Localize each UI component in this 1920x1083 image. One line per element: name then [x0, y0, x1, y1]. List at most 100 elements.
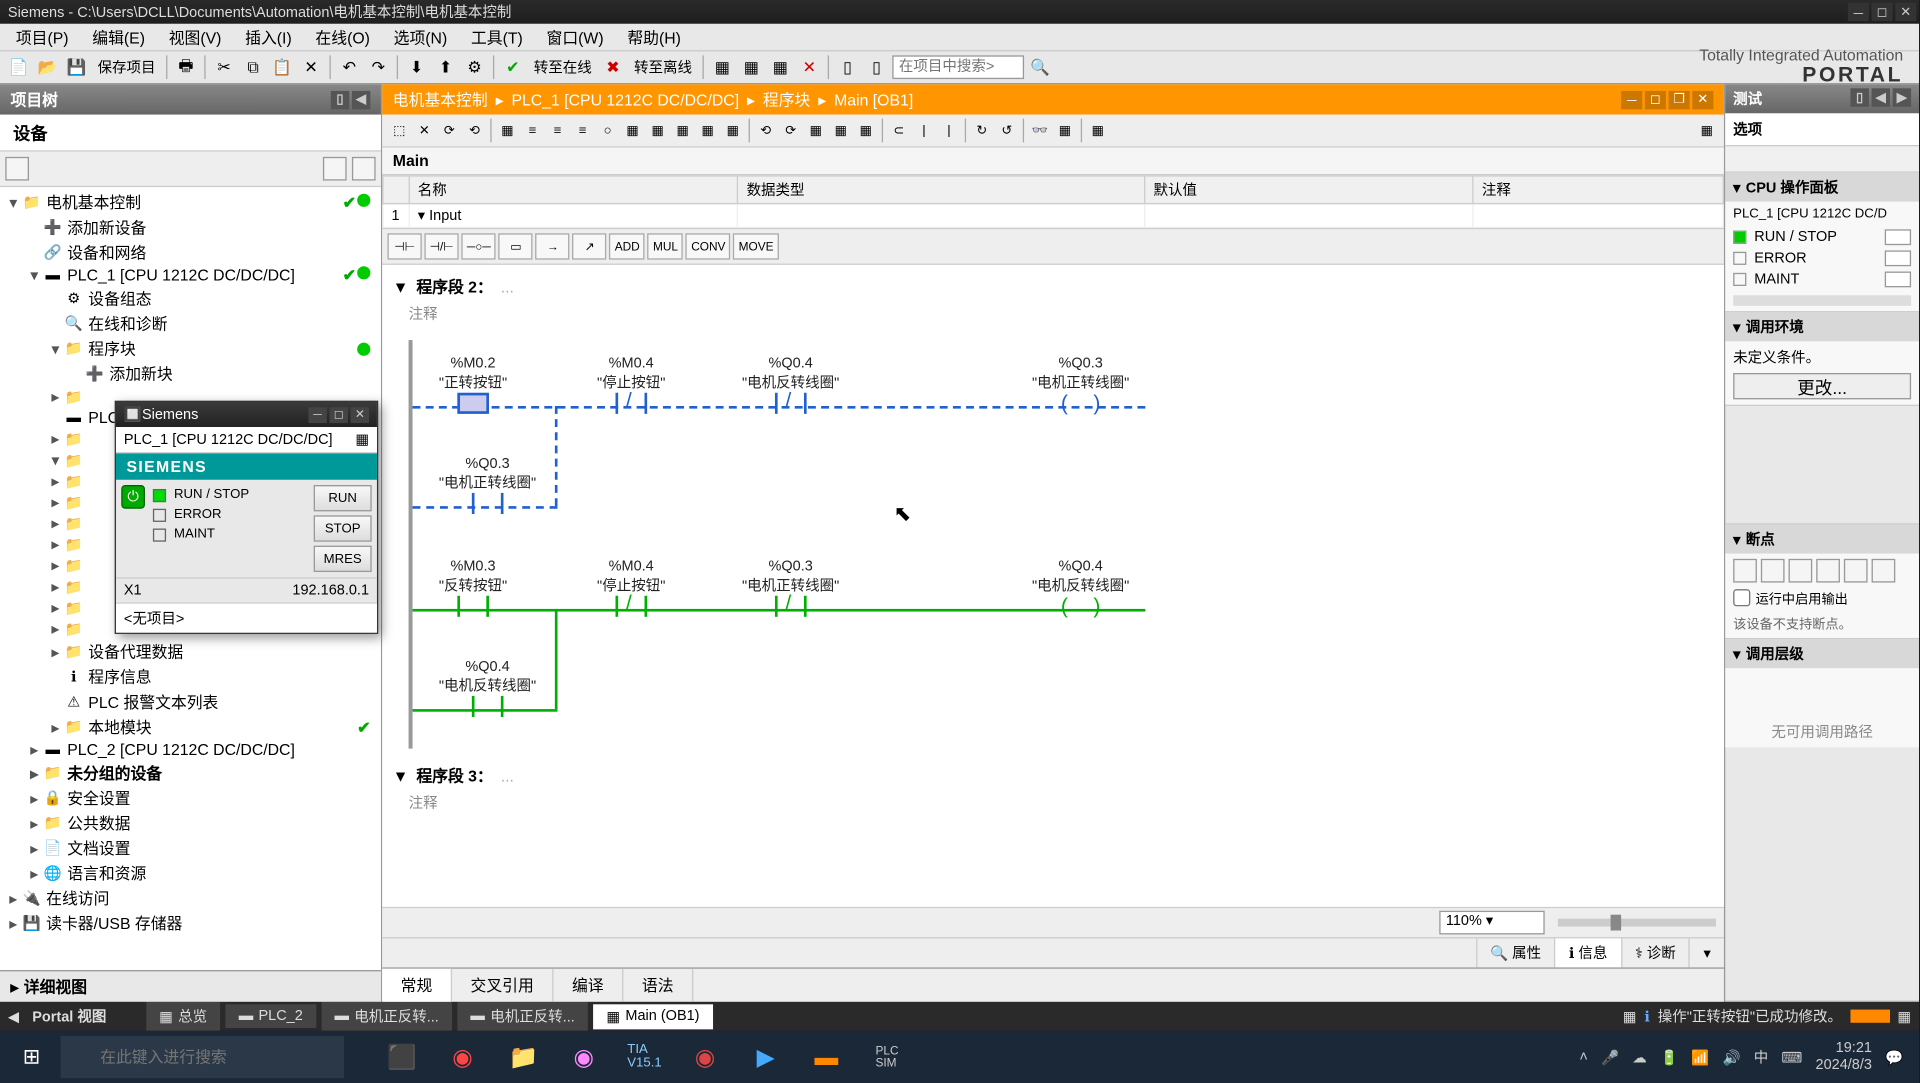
bc-item-1[interactable]: PLC_1 [CPU 1212C DC/DC/DC] — [511, 90, 739, 108]
error-toggle[interactable] — [1885, 250, 1911, 266]
bp-btn[interactable] — [1844, 559, 1868, 583]
zoom-select[interactable]: 110% ▾ — [1439, 911, 1544, 935]
plcsim-mres-button[interactable]: MRES — [314, 546, 372, 572]
et-icon[interactable]: ⟳ — [779, 119, 803, 143]
contact-m04[interactable]: %M0.4"停止按钮" — [597, 356, 665, 418]
tree-local-modules[interactable]: ▸📁本地模块✔ — [0, 714, 381, 739]
panel-pin-icon[interactable]: ▯ — [331, 90, 349, 108]
print-icon[interactable]: 🖶 — [173, 54, 199, 80]
plcsim-config-icon[interactable]: ▦ — [355, 431, 369, 448]
et-icon[interactable]: | — [937, 119, 961, 143]
editor-maximize-icon[interactable]: ◻ — [1645, 90, 1666, 108]
et-icon[interactable]: ≡ — [521, 119, 545, 143]
task-app2-icon[interactable]: ▬ — [797, 1033, 855, 1080]
et-icon[interactable]: ⟳ — [438, 119, 462, 143]
cut-icon[interactable]: ✂ — [211, 54, 237, 80]
lad-no-contact[interactable]: ⊣⊢ — [387, 233, 421, 259]
lad-move[interactable]: MOVE — [733, 233, 778, 259]
tree-doc-settings[interactable]: ▸📄文档设置 — [0, 836, 381, 861]
paste-icon[interactable]: 📋 — [269, 54, 295, 80]
tree-btn-1[interactable] — [5, 157, 29, 181]
tree-security[interactable]: ▸🔒安全设置 — [0, 786, 381, 811]
maximize-button[interactable]: ◻ — [1872, 3, 1893, 21]
tab-info[interactable]: ℹ信息 — [1554, 938, 1620, 967]
bc-item-2[interactable]: 程序块 — [763, 88, 810, 110]
menu-tools[interactable]: 工具(T) — [460, 23, 533, 51]
tb-split1-icon[interactable]: ▯ — [834, 54, 860, 80]
zoom-slider[interactable] — [1558, 919, 1716, 927]
network-comment[interactable]: 注释 — [382, 789, 1724, 815]
editor-minimize-icon[interactable]: － — [1621, 90, 1642, 108]
plcsim-min-icon[interactable]: － — [308, 407, 326, 423]
tree-proxy-data[interactable]: ▸📁设备代理数据 — [0, 639, 381, 664]
detail-view-header[interactable]: ▸详细视图 — [0, 970, 381, 1002]
menu-online[interactable]: 在线(O) — [305, 23, 381, 51]
et-monitor-icon[interactable]: 👓 — [1028, 119, 1052, 143]
rp-nav-left-icon[interactable]: ◀ — [1872, 88, 1890, 106]
bp-btn[interactable] — [1816, 559, 1840, 583]
portal-tab-motor2[interactable]: ▬ 电机正反转... — [457, 1002, 588, 1031]
task-itunes-icon[interactable]: ◉ — [555, 1033, 613, 1080]
variable-table[interactable]: 名称数据类型默认值注释 1▾ Input — [382, 175, 1724, 229]
callhier-header[interactable]: ▾调用层级 — [1725, 639, 1919, 668]
tab-properties[interactable]: 🔍属性 — [1476, 938, 1555, 967]
tree-languages[interactable]: ▸🌐语言和资源 — [0, 861, 381, 886]
go-online-icon[interactable]: ✔ — [500, 54, 526, 80]
menu-window[interactable]: 窗口(W) — [536, 23, 614, 51]
breakpoints-header[interactable]: ▾断点 — [1725, 525, 1919, 554]
lad-box[interactable]: ▭ — [499, 233, 533, 259]
contact-q04-branch[interactable]: %Q0.4"电机反转线圈" — [439, 659, 536, 721]
et-icon[interactable]: | — [912, 119, 936, 143]
et-icon[interactable]: ✕ — [413, 119, 437, 143]
search-input[interactable] — [892, 55, 1024, 79]
tree-btn-3[interactable] — [352, 157, 376, 181]
et-icon[interactable]: ⬚ — [387, 119, 411, 143]
start-button[interactable]: ⊞ — [5, 1033, 58, 1080]
compile-icon[interactable]: ⚙ — [461, 54, 487, 80]
tree-program-blocks[interactable]: ▾📁程序块 — [0, 336, 381, 361]
bc-item-3[interactable]: Main [OB1] — [834, 90, 913, 108]
btab-general[interactable]: 常规 — [382, 969, 452, 1002]
et-icon[interactable]: ↻ — [970, 119, 994, 143]
tree-ungrouped[interactable]: ▸📁未分组的设备 — [0, 760, 381, 785]
devices-tab[interactable]: 设备 — [0, 115, 381, 152]
plcsim-max-icon[interactable]: ◻ — [330, 407, 348, 423]
task-ppt-icon[interactable]: ◉ — [676, 1033, 734, 1080]
portal-tab-overview[interactable]: ▦ 总览 — [146, 1002, 220, 1031]
rp-nav-right-icon[interactable]: ▶ — [1893, 88, 1911, 106]
task-app-icon[interactable]: ▶ — [737, 1033, 795, 1080]
btab-syntax[interactable]: 语法 — [623, 969, 693, 1002]
contact-q03-r2[interactable]: %Q0.3"电机正转线圈" — [742, 559, 839, 621]
lad-branch-close[interactable]: ↗ — [573, 233, 607, 259]
coil-q04[interactable]: %Q0.4"电机反转线圈" — [1032, 559, 1129, 621]
portal-tab-main[interactable]: ▦ Main (OB1) — [593, 1004, 712, 1029]
enable-output-checkbox[interactable]: 运行中启用输出 — [1733, 588, 1911, 608]
et-icon[interactable]: ▦ — [671, 119, 695, 143]
network-collapse-icon[interactable]: ▼ — [393, 277, 409, 295]
portal-tab-motor1[interactable]: ▬ 电机正反转... — [321, 1002, 452, 1031]
tray-ime-icon[interactable]: 中 — [1754, 1046, 1768, 1067]
contact-q04[interactable]: %Q0.4"电机反转线圈" — [742, 356, 839, 418]
go-online-label[interactable]: 转至在线 — [529, 57, 598, 78]
tree-device-config[interactable]: ⚙设备组态 — [0, 286, 381, 311]
lad-add[interactable]: ADD — [609, 233, 645, 259]
lad-nc-contact[interactable]: ⊣/⊢ — [424, 233, 459, 259]
et-icon[interactable]: ≡ — [546, 119, 570, 143]
contact-q03-branch[interactable]: %Q0.3"电机正转线圈" — [439, 456, 536, 518]
editor-close-icon[interactable]: ✕ — [1692, 90, 1713, 108]
upload-icon[interactable]: ⬆ — [432, 54, 458, 80]
lad-mul[interactable]: MUL — [648, 233, 684, 259]
et-icon[interactable]: ⟲ — [463, 119, 487, 143]
menu-edit[interactable]: 编辑(E) — [82, 23, 156, 51]
hscroll[interactable] — [1733, 295, 1911, 306]
close-button[interactable]: ✕ — [1895, 3, 1916, 21]
new-project-icon[interactable]: 📄 — [5, 54, 31, 80]
open-project-icon[interactable]: 📂 — [34, 54, 60, 80]
runstop-toggle[interactable] — [1885, 229, 1911, 245]
task-explorer-icon[interactable]: 📁 — [494, 1033, 552, 1080]
lad-conv[interactable]: CONV — [686, 233, 731, 259]
plcsim-close-icon[interactable]: ✕ — [351, 407, 369, 423]
tree-online-diag[interactable]: 🔍在线和诊断 — [0, 311, 381, 336]
portal-tab-plc2[interactable]: ▬ PLC_2 — [226, 1004, 316, 1028]
et-icon[interactable]: ▦ — [804, 119, 828, 143]
